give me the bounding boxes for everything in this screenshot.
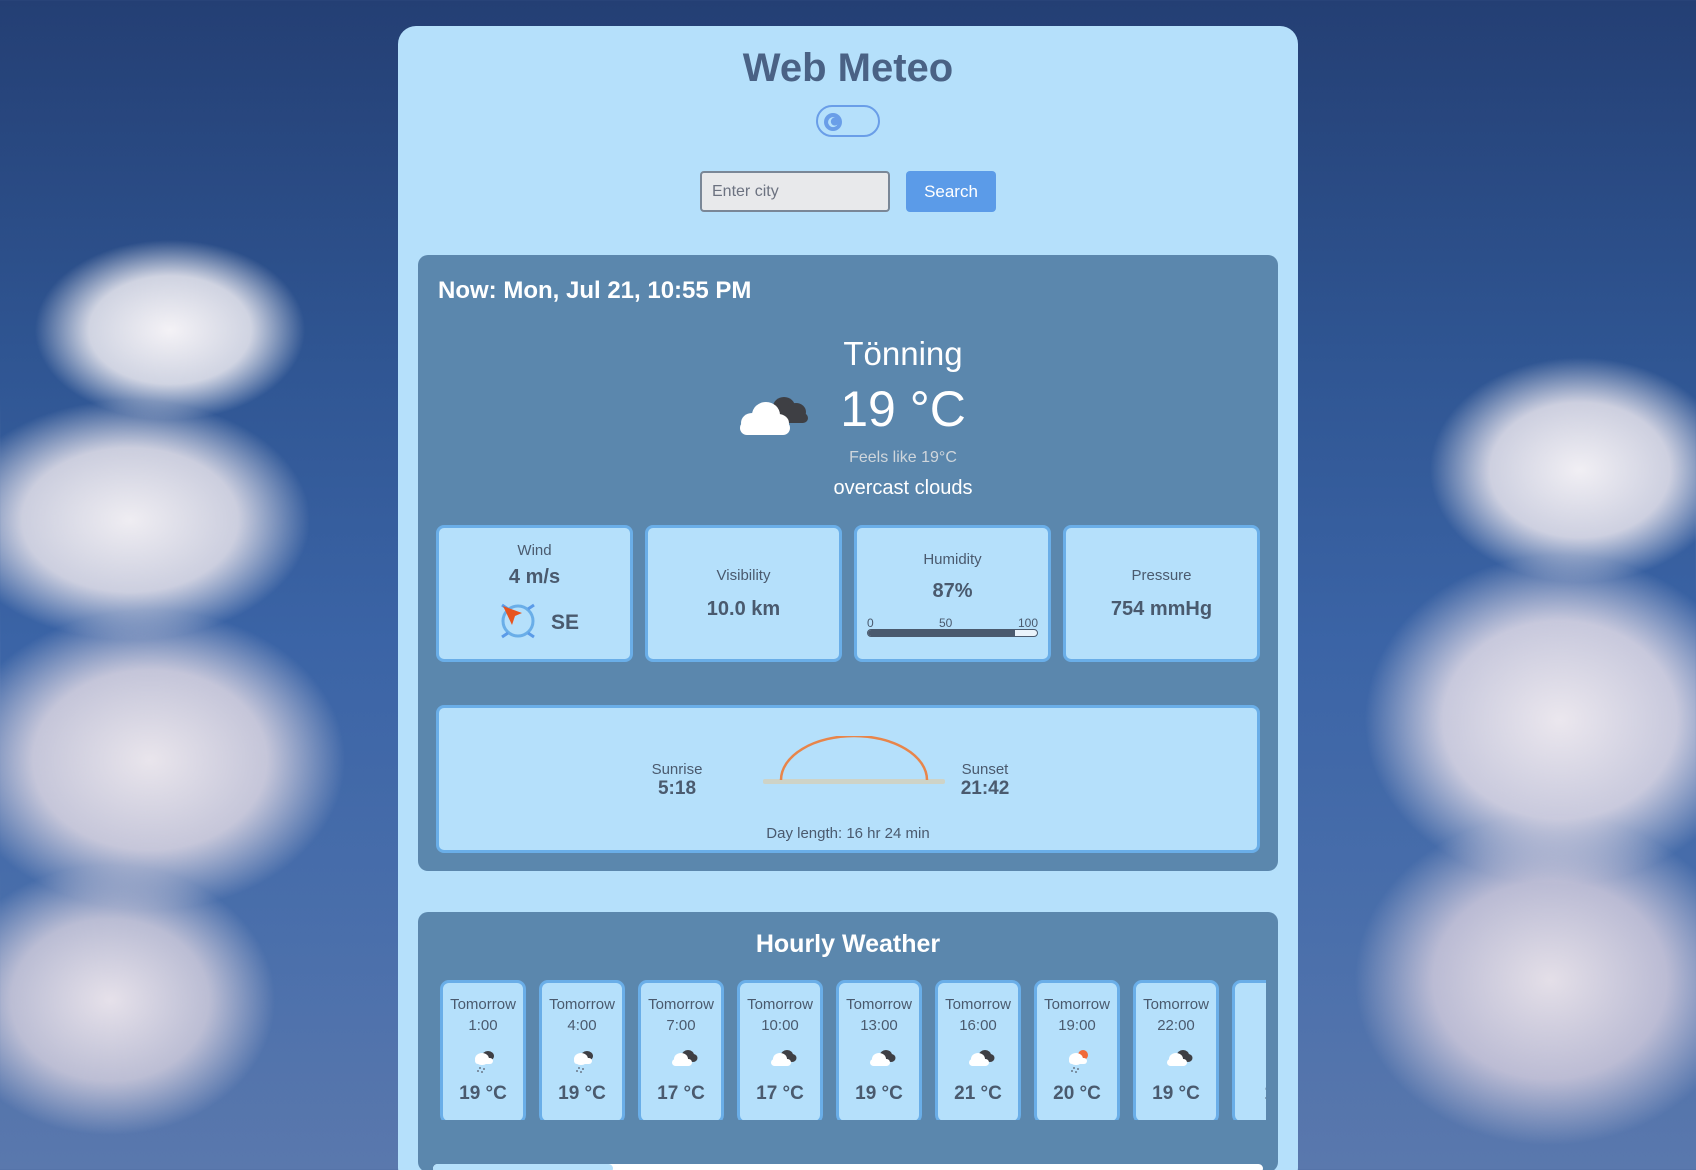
feels-like: Feels like 19°C	[849, 449, 957, 466]
hourly-day: Tomorrow	[1044, 996, 1110, 1013]
hourly-day: Tomorrow	[846, 996, 912, 1013]
hourly-day: Tomorrow	[1143, 996, 1209, 1013]
pressure-tile: Pressure 754 mmHg	[1063, 525, 1260, 662]
hourly-scrollbar[interactable]	[433, 1164, 1263, 1170]
hourly-temp: 19 °C	[855, 1083, 903, 1104]
hourly-temp: 19 °C	[1152, 1083, 1200, 1104]
hourly-list: Tomorrow 1:00 19 °C Tomorrow 4:00 19 °C Tomorr…	[440, 980, 1266, 1120]
search-button[interactable]: Search	[906, 171, 996, 212]
snow-cloud-icon	[571, 1047, 597, 1078]
hourly-time: 19:00	[1058, 1017, 1096, 1034]
hourly-time: 10:00	[761, 1017, 799, 1034]
search-input[interactable]	[700, 171, 890, 212]
hourly-temp: 19 °C	[558, 1083, 606, 1104]
pressure-value: 754 mmHg	[1110, 598, 1213, 620]
broken-clouds-icon	[868, 1047, 896, 1074]
humidity-bar	[867, 629, 1038, 637]
sun-arc-icon	[759, 734, 949, 791]
day-length: Day length: 16 hr 24 min	[766, 825, 930, 842]
hourly-scroll-area[interactable]: Tomorrow 1:00 19 °C Tomorrow 4:00 19 °C Tomorr…	[440, 980, 1266, 1120]
search-bar: Search	[398, 171, 1298, 212]
humidity-label: Humidity	[923, 551, 982, 568]
hourly-time: 16:00	[959, 1017, 997, 1034]
hourly-temp: 19 °C	[459, 1083, 507, 1104]
app-panel: Web Meteo Search Now: Mon, Jul 21, 10:55…	[398, 26, 1298, 1170]
hourly-temp: 17 °C	[657, 1083, 705, 1104]
hourly-item: Tomorrow 19:00 20 °C	[1034, 980, 1120, 1120]
stats-row: Wind 4 m/s SE Visibility 10.0 km Humidit…	[436, 525, 1260, 662]
pressure-label: Pressure	[1131, 567, 1192, 584]
hourly-time: 22:00	[1157, 1017, 1195, 1034]
current-temperature: 19 °C	[840, 381, 966, 437]
hourly-item: Tomorrow 10:00 17 °C	[737, 980, 823, 1120]
hourly-day: W	[1235, 996, 1266, 1013]
hourly-item: Tomorrow 7:00 17 °C	[638, 980, 724, 1120]
visibility-tile: Visibility 10.0 km	[645, 525, 842, 662]
compass-icon	[498, 601, 538, 646]
wind-label: Wind	[517, 542, 552, 559]
sunset-time: 21:42	[960, 778, 1010, 799]
hourly-temp: 20 °C	[1053, 1083, 1101, 1104]
hourly-time: 7:00	[666, 1017, 696, 1034]
broken-clouds-icon	[670, 1047, 698, 1074]
current-datetime: Now: Mon, Jul 21, 10:55 PM	[438, 277, 752, 304]
wind-direction: SE	[551, 611, 580, 634]
sunrise-time: 5:18	[657, 778, 697, 799]
hourly-item: Tomorrow 1:00 19 °C	[440, 980, 526, 1120]
humidity-tile: Humidity 87% 0 50 100	[854, 525, 1051, 662]
visibility-value: 10.0 km	[706, 598, 781, 620]
hourly-day: Tomorrow	[450, 996, 516, 1013]
humidity-bar-fill	[868, 630, 1016, 636]
hourly-time: 13:00	[860, 1017, 898, 1034]
humidity-scale: 0 50 100	[867, 616, 1038, 630]
hourly-item: Tomorrow 4:00 19 °C	[539, 980, 625, 1120]
hourly-item: W 1 17	[1232, 980, 1266, 1120]
hourly-item: Tomorrow 13:00 19 °C	[836, 980, 922, 1120]
sun-tile: Sunrise 5:18 Sunset 21:42 Day length: 16…	[436, 705, 1260, 853]
theme-toggle[interactable]	[816, 105, 880, 137]
app-title: Web Meteo	[742, 46, 954, 90]
broken-clouds-icon	[769, 1047, 797, 1074]
wind-speed: 4 m/s	[508, 566, 561, 588]
hourly-time: 4:00	[567, 1017, 597, 1034]
humidity-scale-max: 100	[1017, 616, 1038, 630]
hourly-day: Tomorrow	[747, 996, 813, 1013]
broken-clouds-icon	[1165, 1047, 1193, 1074]
broken-clouds-icon	[967, 1047, 995, 1074]
hourly-item: Tomorrow 16:00 21 °C	[935, 980, 1021, 1120]
hourly-item: Tomorrow 22:00 19 °C	[1133, 980, 1219, 1120]
humidity-scale-mid: 50	[939, 616, 953, 630]
weather-description: overcast clouds	[833, 477, 973, 499]
hourly-temp: 21 °C	[954, 1083, 1002, 1104]
hourly-scrollbar-thumb[interactable]	[433, 1164, 613, 1170]
hourly-time: 1	[1235, 1017, 1266, 1034]
visibility-label: Visibility	[716, 567, 771, 584]
hourly-temp: 17 °C	[756, 1083, 804, 1104]
hourly-day: Tomorrow	[945, 996, 1011, 1013]
snow-cloud-icon	[472, 1047, 498, 1078]
hourly-temp: 17	[1235, 1083, 1266, 1105]
sun-rain-icon	[1066, 1047, 1092, 1078]
hourly-time: 1:00	[468, 1017, 498, 1034]
broken-clouds-icon	[1264, 1047, 1266, 1074]
sunrise-label: Sunrise	[651, 761, 703, 778]
sunset-label: Sunset	[961, 761, 1009, 778]
current-weather-card: Now: Mon, Jul 21, 10:55 PM Tönning 19 °C…	[418, 255, 1278, 871]
hourly-title: Hourly Weather	[755, 930, 941, 958]
humidity-scale-min: 0	[867, 616, 874, 630]
humidity-value: 87%	[932, 580, 973, 602]
city-name: Tönning	[843, 335, 963, 372]
moon-icon	[824, 113, 842, 131]
wind-tile: Wind 4 m/s SE	[436, 525, 633, 662]
hourly-day: Tomorrow	[648, 996, 714, 1013]
hourly-weather-card: Hourly Weather Tomorrow 1:00 19 °C Tomorrow…	[418, 912, 1278, 1170]
hourly-day: Tomorrow	[549, 996, 615, 1013]
